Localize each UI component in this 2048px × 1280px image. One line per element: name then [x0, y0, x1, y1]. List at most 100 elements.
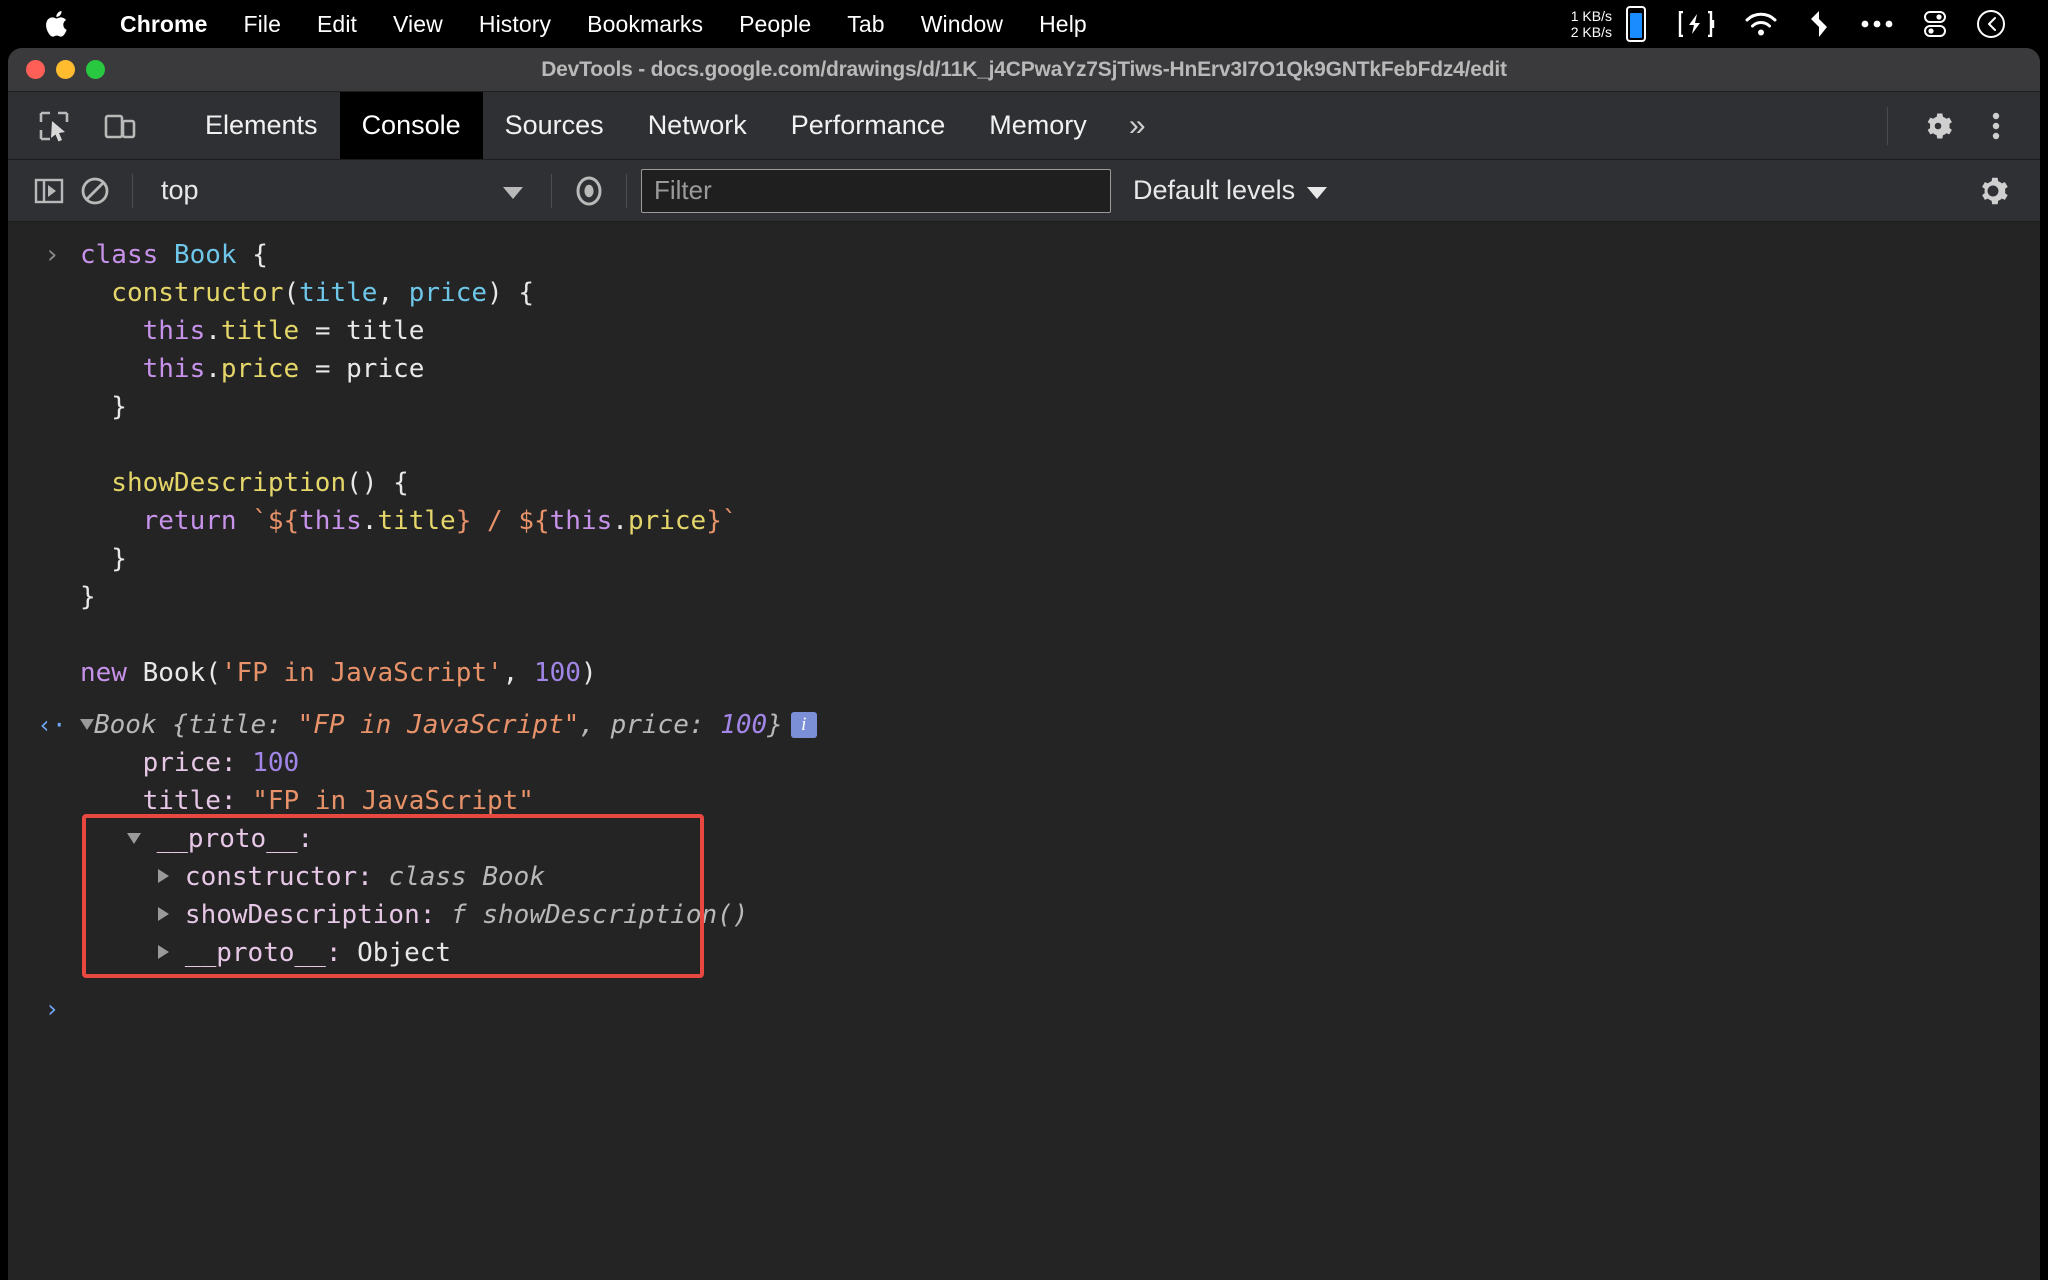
- menu-item-file[interactable]: File: [226, 0, 299, 48]
- proto-entry-key: __proto__:: [169, 938, 357, 968]
- tab-overflow-button[interactable]: »: [1109, 92, 1166, 159]
- eye-icon[interactable]: [566, 168, 612, 214]
- console-code-line: }: [8, 388, 2040, 426]
- menu-item-help[interactable]: Help: [1021, 0, 1105, 48]
- tab-console[interactable]: Console: [340, 92, 483, 159]
- control-center-icon[interactable]: [1922, 10, 1948, 38]
- console-prompt-row[interactable]: ›: [8, 990, 2040, 1104]
- code-token: class: [80, 240, 174, 270]
- console-sidebar-icon[interactable]: [26, 168, 72, 214]
- menu-item-tab[interactable]: Tab: [829, 0, 902, 48]
- code-token: ${: [268, 506, 299, 536]
- code-token: this: [80, 354, 205, 384]
- proto-entry-key: showDescription:: [169, 900, 451, 930]
- clear-console-icon[interactable]: [72, 168, 118, 214]
- devtools-tab-strip: ElementsConsoleSourcesNetworkPerformance…: [8, 92, 2040, 160]
- network-speed-indicator: 1 KB/s 2 KB/s: [1571, 8, 1612, 40]
- zoom-button[interactable]: [86, 60, 105, 79]
- battery-level-icon[interactable]: [1626, 6, 1646, 42]
- menu-item-edit[interactable]: Edit: [299, 0, 375, 48]
- code-token: this: [550, 506, 613, 536]
- apple-logo-icon[interactable]: [44, 10, 68, 38]
- proto-entry-indent: [80, 900, 158, 930]
- result-prop1-value: "FP in JavaScript": [298, 710, 580, 740]
- code-token: showDescription: [80, 468, 346, 498]
- console-code-line: constructor(title, price) {: [8, 274, 2040, 312]
- tab-performance[interactable]: Performance: [769, 92, 968, 159]
- wifi-icon[interactable]: [1744, 11, 1778, 37]
- property-key: price:: [80, 748, 252, 778]
- chevron-down-icon: [503, 175, 523, 206]
- siri-icon[interactable]: [1976, 9, 2006, 39]
- menu-item-history[interactable]: History: [461, 0, 569, 48]
- result-prop2-value: 100: [720, 710, 767, 740]
- menu-item-window[interactable]: Window: [903, 0, 1021, 48]
- disclosure-triangle-icon[interactable]: [158, 907, 169, 921]
- tabstrip-divider: [1887, 107, 1888, 145]
- tab-strip-right-actions: [1871, 92, 2040, 159]
- info-badge-icon[interactable]: i: [791, 712, 817, 738]
- menu-item-chrome[interactable]: Chrome: [102, 0, 226, 48]
- disclosure-triangle-icon[interactable]: [158, 869, 169, 883]
- console-result-object: ‹·Book {title: "FP in JavaScript", price…: [8, 706, 2040, 972]
- ellipsis-icon[interactable]: [1860, 18, 1894, 30]
- console-output-area[interactable]: › class Book { constructor(title, price) …: [8, 222, 2040, 1280]
- code-token: 100: [534, 658, 581, 688]
- dropbox-icon[interactable]: [1806, 10, 1832, 38]
- inspect-element-icon[interactable]: [30, 102, 78, 150]
- filter-divider-2: [551, 174, 552, 208]
- log-level-selector[interactable]: Default levels: [1133, 175, 1327, 206]
- proto-entry-row[interactable]: showDescription: f showDescription(): [8, 896, 2040, 934]
- disclosure-triangle-icon[interactable]: [158, 945, 169, 959]
- code-token: title: [377, 506, 455, 536]
- result-property-row: price: 100: [8, 744, 2040, 782]
- result-preview-open: {: [157, 710, 188, 740]
- code-token: this: [299, 506, 362, 536]
- devtools-window: DevTools - docs.google.com/drawings/d/11…: [8, 48, 2040, 1280]
- chevron-down-icon: [1307, 175, 1327, 206]
- console-settings-gear-icon[interactable]: [1970, 168, 2016, 214]
- console-input-gutter-icon: ›: [32, 236, 72, 274]
- battery-charging-icon[interactable]: [1678, 11, 1716, 37]
- code-token: title: [221, 316, 299, 346]
- settings-gear-icon[interactable]: [1914, 102, 1962, 150]
- code-token: .: [612, 506, 628, 536]
- device-toolbar-icon[interactable]: [96, 102, 144, 150]
- more-options-icon[interactable]: [1972, 102, 2020, 150]
- code-token: ${: [518, 506, 549, 536]
- disclosure-triangle-icon[interactable]: [80, 719, 94, 730]
- code-token: (: [284, 278, 300, 308]
- code-token: Book: [174, 240, 237, 270]
- menu-item-view[interactable]: View: [375, 0, 461, 48]
- search-input[interactable]: Filter: [641, 169, 1111, 213]
- menu-item-bookmarks[interactable]: Bookmarks: [569, 0, 721, 48]
- code-token: .: [205, 316, 221, 346]
- proto-entry-row[interactable]: constructor: class Book: [8, 858, 2040, 896]
- code-token: }: [80, 544, 127, 574]
- disclosure-triangle-icon[interactable]: [127, 833, 141, 844]
- console-prompt-caret: ›: [32, 990, 72, 1028]
- minimize-button[interactable]: [56, 60, 75, 79]
- code-token: }: [80, 582, 96, 612]
- execution-context-selector[interactable]: top: [147, 175, 537, 206]
- tab-memory[interactable]: Memory: [967, 92, 1109, 159]
- proto-header-row[interactable]: __proto__:: [8, 820, 2040, 858]
- filter-placeholder: Filter: [654, 175, 712, 206]
- code-token: {: [237, 240, 268, 270]
- proto-entry-key: constructor:: [169, 862, 388, 892]
- menu-item-people[interactable]: People: [721, 0, 829, 48]
- execution-context-value: top: [161, 175, 199, 206]
- property-key: title:: [80, 786, 252, 816]
- proto-entry-indent: [80, 862, 158, 892]
- code-token: }: [706, 506, 722, 536]
- close-button[interactable]: [26, 60, 45, 79]
- tab-sources[interactable]: Sources: [483, 92, 626, 159]
- tab-network[interactable]: Network: [626, 92, 769, 159]
- tab-elements[interactable]: Elements: [183, 92, 340, 159]
- proto-entry-row[interactable]: __proto__: Object: [8, 934, 2040, 972]
- code-token: price: [409, 278, 487, 308]
- code-token: title: [299, 278, 377, 308]
- console-code-line: [8, 426, 2040, 464]
- console-filter-toolbar: top Filter Default levels: [8, 160, 2040, 222]
- console-toolbar-right: [1970, 168, 2040, 214]
